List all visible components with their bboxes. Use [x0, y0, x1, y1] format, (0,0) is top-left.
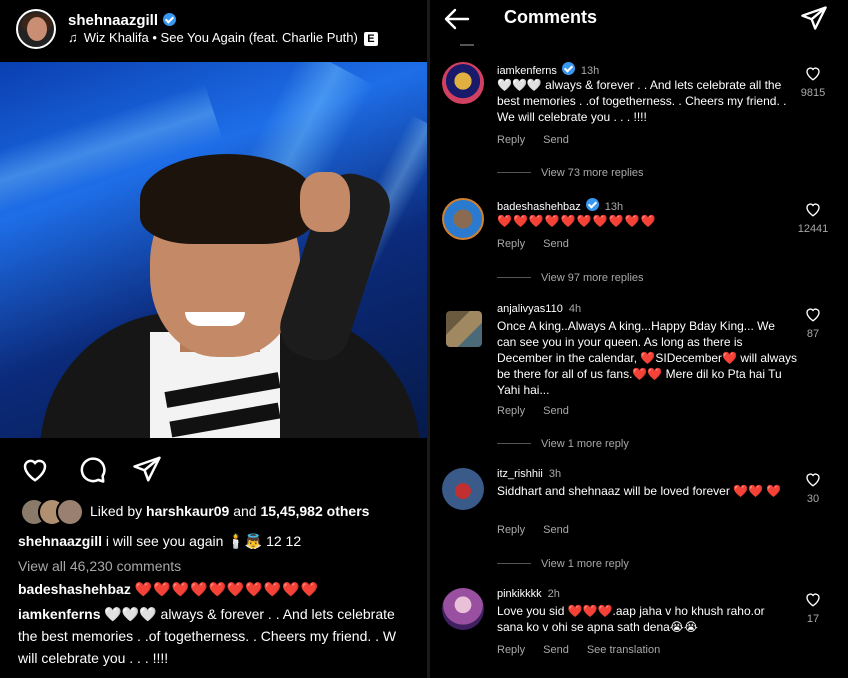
- see-translation-link[interactable]: See translation: [587, 644, 660, 656]
- verified-icon: [163, 13, 177, 26]
- verified-icon: [561, 62, 575, 75]
- like-heart-icon[interactable]: [20, 454, 50, 484]
- send-button[interactable]: Send: [543, 644, 569, 656]
- comment-text: Once A king..Always A king...Happy Bday …: [497, 319, 797, 397]
- comment-item: anjalivyas110 4h Once A king..Always A ki…: [430, 303, 848, 455]
- comment-like-icon[interactable]: [803, 305, 823, 323]
- post-username[interactable]: shehnaazgill: [68, 12, 177, 29]
- view-more-replies[interactable]: View 1 more reply: [497, 558, 629, 570]
- comment-text: Siddhart and shehnaaz will be loved fore…: [497, 484, 782, 498]
- comment-like-count: 87: [806, 328, 820, 340]
- comment-actions: Reply Send: [497, 238, 587, 250]
- post-photo[interactable]: [0, 62, 427, 438]
- comment-actions: Reply Send: [497, 524, 587, 536]
- comment-actions: Reply Send See translation: [497, 644, 678, 656]
- comment-avatar[interactable]: [442, 588, 484, 630]
- comment-like-icon[interactable]: [803, 64, 823, 82]
- comment-like-count: 12441: [797, 223, 829, 235]
- preview-comment: iamkenferns 🤍🤍🤍 always & forever . . And…: [18, 606, 397, 666]
- comment-like-icon[interactable]: [803, 470, 823, 488]
- likes-row[interactable]: Liked by harshkaur09 and 15,45,982 other…: [20, 498, 420, 526]
- likes-text[interactable]: Liked by harshkaur09 and 15,45,982 other…: [90, 503, 369, 519]
- reply-button[interactable]: Reply: [497, 134, 525, 146]
- comment-like-count: 30: [806, 493, 820, 505]
- comment-avatar[interactable]: [442, 468, 484, 510]
- comment-like-count: 17: [806, 613, 820, 625]
- comment-item: iamkenferns 13h 🤍🤍🤍 always & forever . . …: [430, 62, 848, 182]
- comment-username: pinkikkkk 2h: [497, 588, 560, 600]
- profile-avatar[interactable]: [16, 9, 56, 49]
- comment-item: badeshashehbaz 13h ❤️❤️❤️❤️❤️❤️❤️❤️❤️❤️ R…: [430, 198, 848, 290]
- comment-text: 🤍🤍🤍 always & forever . . And lets celebr…: [497, 78, 787, 124]
- comment-like-icon[interactable]: [803, 590, 823, 608]
- view-more-replies[interactable]: View 97 more replies: [497, 272, 644, 284]
- reply-button[interactable]: Reply: [497, 644, 525, 656]
- comment-like-count: 9815: [800, 87, 826, 99]
- send-button[interactable]: Send: [543, 524, 569, 536]
- comment-avatar[interactable]: [442, 62, 484, 104]
- view-more-replies[interactable]: View 73 more replies: [497, 167, 644, 179]
- comment-username: itz_rishhii 3h: [497, 468, 562, 480]
- send-button[interactable]: Send: [543, 238, 569, 250]
- post-caption: shehnaazgill i will see you again 🕯️👼 12…: [18, 533, 302, 549]
- scroll-indicator: [460, 44, 474, 46]
- comment-username: anjalivyas110 4h: [497, 303, 582, 315]
- verified-icon: [585, 198, 599, 211]
- view-more-replies[interactable]: View 1 more reply: [497, 438, 629, 450]
- comment-item: itz_rishhii 3h Siddhart and shehnaaz will…: [430, 468, 848, 578]
- back-arrow-icon[interactable]: [442, 6, 472, 32]
- comment-text: Love you sid ❤️❤️❤️.aap jaha v ho khush …: [497, 604, 765, 634]
- comment-username: badeshashehbaz 13h: [497, 198, 623, 213]
- comments-panel: Comments iamkenferns 13h 🤍🤍🤍 always & for…: [430, 0, 848, 678]
- comment-actions: Reply Send: [497, 405, 587, 417]
- comment-avatar[interactable]: [442, 198, 484, 240]
- reply-button[interactable]: Reply: [497, 524, 525, 536]
- reply-button[interactable]: Reply: [497, 238, 525, 250]
- comment-avatar[interactable]: [446, 311, 482, 347]
- send-button[interactable]: Send: [543, 134, 569, 146]
- share-send-icon[interactable]: [132, 454, 162, 484]
- comment-icon[interactable]: [77, 454, 107, 484]
- view-all-comments[interactable]: View all 46,230 comments: [18, 558, 181, 574]
- comment-username: iamkenferns 13h: [497, 62, 599, 77]
- post-actions: [0, 450, 427, 486]
- post-panel: shehnaazgill ♫ Wiz Khalifa • See You Agai…: [0, 0, 427, 678]
- post-song[interactable]: ♫ Wiz Khalifa • See You Again (feat. Char…: [68, 30, 378, 46]
- reply-button[interactable]: Reply: [497, 405, 525, 417]
- send-button[interactable]: Send: [543, 405, 569, 417]
- comment-actions: Reply Send: [497, 134, 587, 146]
- preview-comment: badeshashehbaz ❤️❤️❤️❤️❤️❤️❤️❤️❤️❤️: [18, 581, 320, 597]
- liker-avatar: [56, 498, 84, 526]
- comment-text: ❤️❤️❤️❤️❤️❤️❤️❤️❤️❤️: [497, 214, 657, 228]
- explicit-badge: E: [363, 32, 378, 46]
- share-send-icon[interactable]: [800, 4, 828, 32]
- comment-like-icon[interactable]: [803, 200, 823, 218]
- comment-item: pinkikkkk 2h Love you sid ❤️❤️❤️.aap jaha…: [430, 588, 848, 678]
- music-note-icon: ♫: [68, 30, 78, 45]
- post-header: shehnaazgill ♫ Wiz Khalifa • See You Agai…: [0, 0, 427, 60]
- comments-title: Comments: [504, 7, 598, 27]
- comments-header: Comments: [430, 0, 848, 40]
